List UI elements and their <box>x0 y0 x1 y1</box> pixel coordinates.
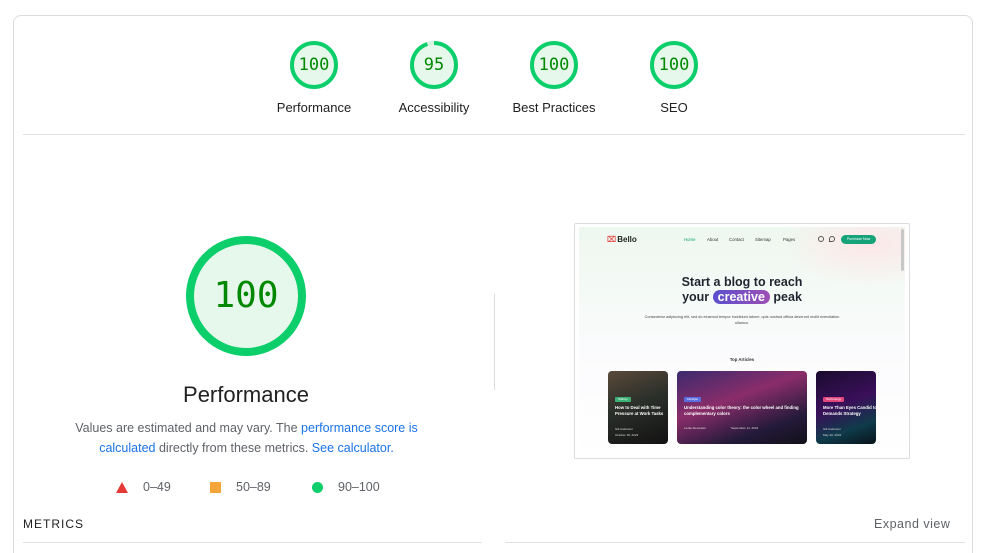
logo-mark-icon: ⌧ <box>607 235 617 244</box>
gauge-label: SEO <box>660 100 688 115</box>
article-card: Lifestyle Understanding color theory: th… <box>677 371 807 444</box>
final-screenshot[interactable]: ⌧Bello Home About Contact Sitemap Pages … <box>574 223 910 459</box>
hero-pre: your <box>682 290 710 304</box>
section-title: Top Articles <box>729 357 755 362</box>
legend-range: 90–100 <box>338 480 380 494</box>
article-date: May 20, 2024 <box>823 433 842 437</box>
nav-home: Home <box>684 237 696 242</box>
article-badge: Lifestyle <box>684 397 702 402</box>
article-title: More Than Eyes Candid to Demands Strateg… <box>823 405 876 416</box>
fail-triangle-icon <box>116 482 128 493</box>
gauge-label: Performance <box>276 100 352 115</box>
gauge-score: 100 <box>538 55 570 75</box>
desc-text: directly from these metrics. <box>155 441 312 455</box>
site-logo: ⌧Bello <box>607 235 637 244</box>
vertical-divider <box>494 294 495 390</box>
performance-description: Values are estimated and may vary. The p… <box>64 418 429 458</box>
article-author: Leslie Alexander <box>684 426 707 430</box>
performance-gauge-large: 100 <box>184 234 308 358</box>
search-icon <box>818 236 824 242</box>
article-author: Gill Anderson <box>823 427 841 431</box>
article-title: How to Deal with Time Pressure at Work T… <box>615 405 664 416</box>
score-legend: 0–49 50–89 90–100 <box>114 478 414 498</box>
gauge-score: 100 <box>298 55 330 75</box>
hero-subtitle: Consectetur adipiscing elit, sed do eius… <box>644 315 840 325</box>
nav-contact: Contact <box>729 237 744 242</box>
gauge-score: 95 <box>423 55 445 75</box>
theme-toggle-icon <box>829 236 835 242</box>
gauge-ring: 100 <box>649 40 699 90</box>
hero-post: peak <box>773 290 802 304</box>
article-author: Gill Anderson <box>615 427 633 431</box>
gauge-seo[interactable]: 100 SEO <box>614 40 734 115</box>
article-badge: Technology <box>823 397 845 402</box>
screenshot-page: ⌧Bello Home About Contact Sitemap Pages … <box>579 227 905 457</box>
expand-view-toggle[interactable]: Expand view <box>874 517 950 531</box>
gauge-accessibility[interactable]: 95 Accessibility <box>374 40 494 115</box>
nav-pages: Pages <box>783 237 796 242</box>
gauge-best-practices[interactable]: 100 Best Practices <box>494 40 614 115</box>
legend-range: 50–89 <box>236 480 271 494</box>
article-card: Startup How to Deal with Time Pressure a… <box>608 371 668 444</box>
gauge-ring: 100 <box>289 40 339 90</box>
desc-text: Values are estimated and may vary. The <box>75 421 302 435</box>
lighthouse-report-card: 100 Performance 95 Accessibility 100 Bes <box>13 15 973 553</box>
average-square-icon <box>210 482 221 493</box>
gauge-label: Accessibility <box>398 100 470 115</box>
gauge-ring: 100 <box>529 40 579 90</box>
article-date: October 18, 2023 <box>615 433 639 437</box>
metrics-heading: METRICS <box>23 517 84 531</box>
header-divider <box>23 134 965 135</box>
scrollbar <box>901 229 904 271</box>
pass-circle-icon <box>312 482 323 493</box>
hero-line-2: your creative peak <box>579 290 905 304</box>
gauge-performance[interactable]: 100 Performance <box>254 40 374 115</box>
gauge-label: Best Practices <box>512 100 596 115</box>
see-calculator-link[interactable]: See calculator. <box>312 441 394 455</box>
site-logo-text: Bello <box>617 235 637 244</box>
legend-range: 0–49 <box>143 480 171 494</box>
nav-sitemap: Sitemap <box>755 237 771 242</box>
metrics-divider-right <box>505 542 965 543</box>
article-badge: Startup <box>615 397 631 402</box>
category-gauges: 100 Performance 95 Accessibility 100 Bes <box>14 16 972 136</box>
gauge-ring: 95 <box>409 40 459 90</box>
nav-about: About <box>707 237 719 242</box>
performance-score: 100 <box>213 275 279 316</box>
purchase-button: Purchase Now <box>841 235 876 244</box>
performance-title: Performance <box>183 382 309 407</box>
article-card: Technology More Than Eyes Candid to Dema… <box>816 371 876 444</box>
metrics-divider-left <box>23 542 482 543</box>
gauge-score: 100 <box>658 55 690 75</box>
article-date: September 14, 2024 <box>731 426 759 430</box>
hero-line-1: Start a blog to reach <box>681 275 803 289</box>
article-title: Understanding color theory: the color wh… <box>684 405 799 416</box>
hero-highlight: creative <box>712 290 770 304</box>
